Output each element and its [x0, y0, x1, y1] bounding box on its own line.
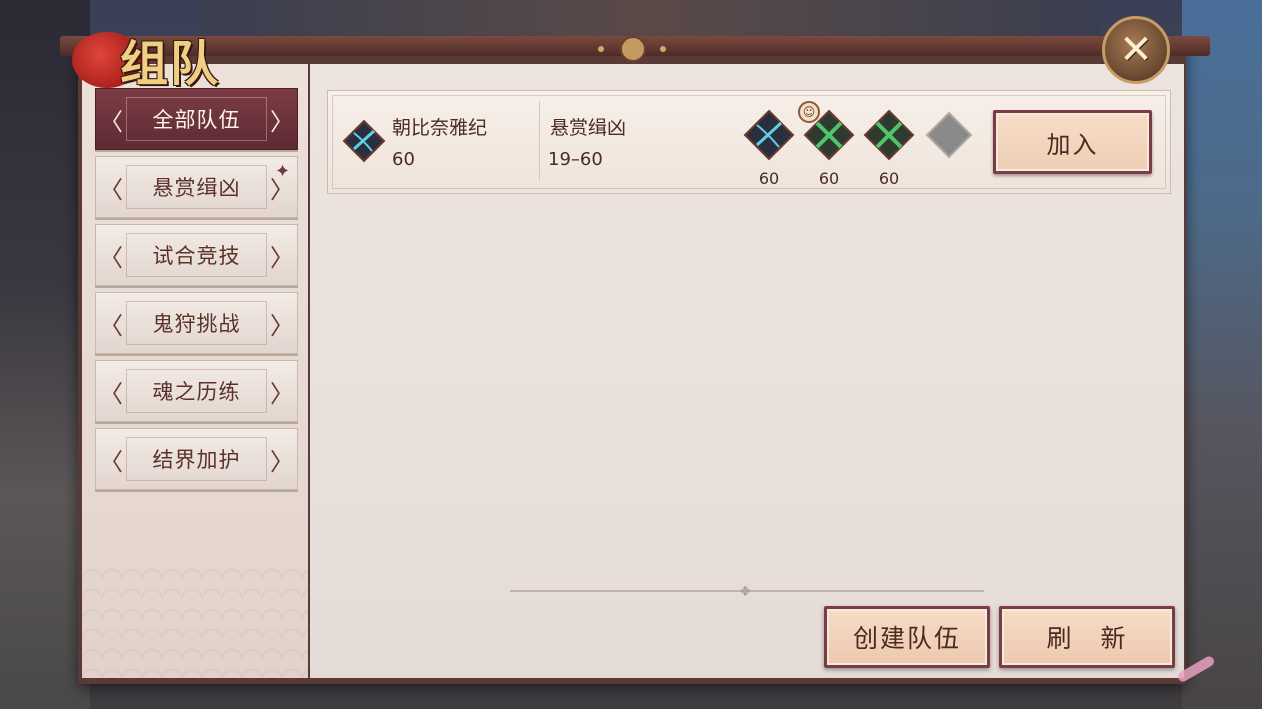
level-range: 19–60 [548, 149, 603, 170]
green-crossed-swords-icon [863, 109, 915, 161]
chevron-right-icon: 〉 [270, 447, 294, 476]
refresh-button[interactable]: 刷 新 [999, 606, 1175, 668]
sidebar-tab-soul-training[interactable]: 〈 魂之历练 〉 [95, 360, 298, 422]
chevron-left-icon: 〈 [99, 243, 123, 272]
green-crossed-swords-icon [803, 109, 855, 161]
background-right [1182, 0, 1262, 709]
sidebar-tab-all-teams[interactable]: 〈 全部队伍 〉 [95, 88, 298, 150]
top-ornament-icon [620, 36, 646, 62]
sidebar-tab-bounty[interactable]: 〈 悬赏缉凶 〉 ✦ [95, 156, 298, 218]
chevron-left-icon: 〈 [99, 175, 123, 204]
team-list-item[interactable]: 朝比奈雅纪 60 悬赏缉凶 19–60 ☺ 60 60 60 加入 [327, 90, 1171, 194]
empty-slot-icon [925, 111, 973, 159]
member-level: 60 [878, 169, 900, 188]
ornament-dot [598, 46, 604, 52]
shuriken-badge-icon: ✦ [275, 161, 291, 182]
window-title-logo: 组队 [42, 16, 242, 92]
row-divider [539, 101, 540, 181]
chevron-right-icon: 〉 [270, 311, 294, 340]
sidebar-tab-demon-hunt[interactable]: 〈 鬼狩挑战 〉 [95, 292, 298, 354]
chevron-left-icon: 〈 [99, 311, 123, 340]
chevron-right-icon: 〉 [270, 243, 294, 272]
team-mode: 悬赏缉凶 [550, 117, 627, 139]
sidebar-wave-pattern [82, 560, 308, 678]
close-button[interactable]: ✕ [1102, 16, 1170, 84]
background-top [200, 0, 1100, 40]
background-left [0, 0, 90, 709]
sidebar-tab-duel[interactable]: 〈 试合竞技 〉 [95, 224, 298, 286]
leader-level: 60 [392, 149, 415, 170]
page-title: 组队 [120, 36, 221, 92]
chevron-left-icon: 〈 [99, 379, 123, 408]
chevron-right-icon: 〉 [270, 379, 294, 408]
blue-crossbow-icon [743, 109, 795, 161]
member-level: 60 [758, 169, 780, 188]
divider-ornament-icon: ❖ [739, 584, 752, 600]
blue-crossbow-icon [342, 119, 386, 163]
chevron-left-icon: 〈 [99, 447, 123, 476]
join-button[interactable]: 加入 [993, 110, 1152, 174]
ornament-dot [660, 46, 666, 52]
leader-name: 朝比奈雅纪 [392, 117, 488, 139]
member-level: 60 [818, 169, 840, 188]
create-team-button[interactable]: 创建队伍 [824, 606, 990, 668]
chevron-right-icon: 〉 [270, 107, 294, 136]
close-icon: ✕ [1119, 27, 1153, 73]
chevron-left-icon: 〈 [99, 107, 123, 136]
sidebar-tab-barrier-guard[interactable]: 〈 结界加护 〉 [95, 428, 298, 490]
